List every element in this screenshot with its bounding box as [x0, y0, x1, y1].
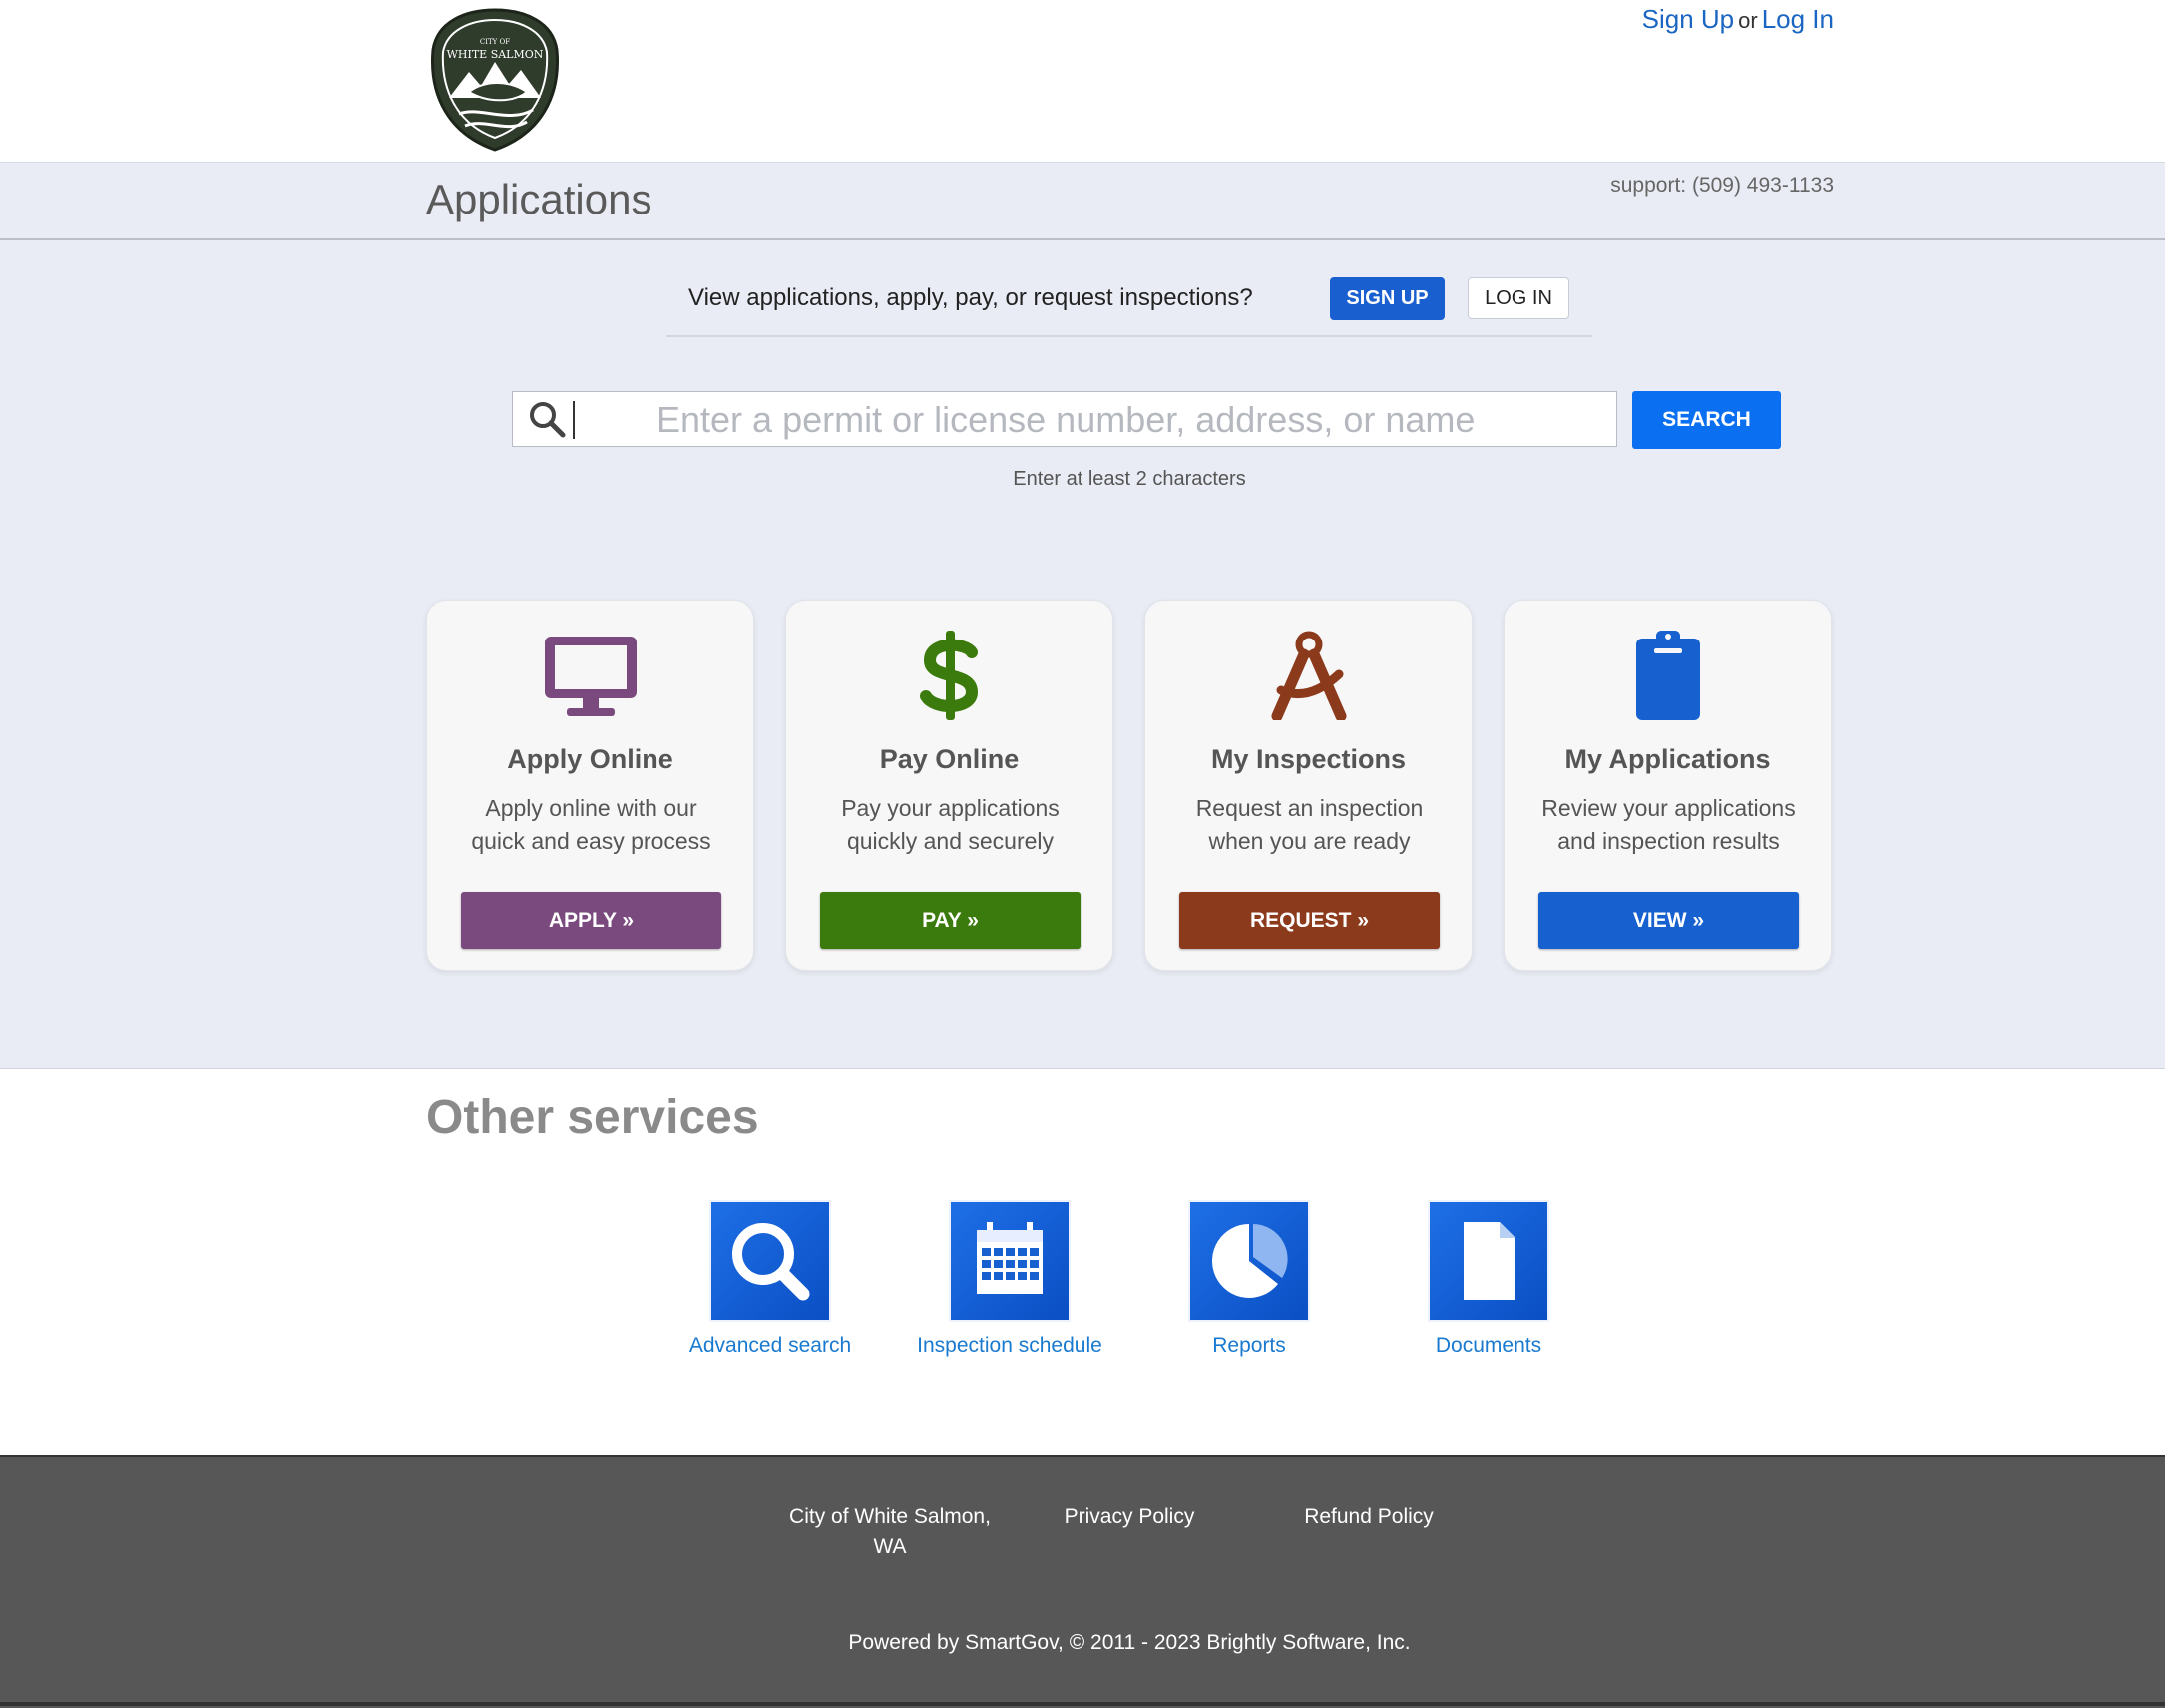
powered-by-text: Powered by SmartGov, © 2011 - 2023 Brigh… [848, 1631, 1411, 1654]
card-title: Apply Online [507, 744, 673, 774]
clipboard-icon [1636, 631, 1700, 720]
request-button[interactable]: REQUEST » [1179, 892, 1440, 949]
card-pay-online: Pay Online Pay your applications quickly … [785, 600, 1113, 971]
pay-button[interactable]: PAY » [820, 892, 1081, 949]
inspection-schedule-tile[interactable] [951, 1202, 1069, 1320]
refund-policy-link[interactable]: Refund Policy [1269, 1502, 1469, 1532]
city-logo[interactable]: CITY OF WHITE SALMON [429, 6, 561, 154]
card-description: Review your applications and inspection r… [1541, 795, 1796, 854]
service-label[interactable]: Documents [1369, 1334, 1608, 1358]
privacy-policy-link[interactable]: Privacy Policy [1030, 1502, 1229, 1532]
other-services-title: Other services [426, 1091, 759, 1144]
search-input[interactable] [654, 395, 1606, 445]
account-prompt-text: View applications, apply, pay, or reques… [688, 284, 1253, 311]
service-label[interactable]: Advanced search [650, 1334, 890, 1358]
search-hint: Enter at least 2 characters [1013, 468, 1246, 490]
card-title: Pay Online [879, 744, 1020, 774]
document-icon [1464, 1222, 1516, 1300]
log-in-link[interactable]: Log In [1762, 4, 1834, 34]
site-header [0, 0, 2165, 164]
site-footer: City of White Salmon, WA Privacy Policy R… [0, 1455, 2165, 1708]
view-button[interactable]: VIEW » [1538, 892, 1799, 949]
footer-bottom-border [0, 1702, 2165, 1706]
search-icon [732, 1223, 810, 1301]
card-description: Apply online with our quick and easy proc… [471, 795, 711, 854]
documents-tile[interactable] [1430, 1202, 1547, 1320]
footer-city-link[interactable]: City of White Salmon, WA [770, 1502, 1010, 1562]
text-caret [573, 401, 575, 439]
advanced-search-tile[interactable] [711, 1202, 829, 1320]
auth-links: Sign Up or Log In [1596, 4, 1834, 35]
card-title: My Inspections [1210, 744, 1407, 774]
sign-up-button[interactable]: SIGN UP [1330, 277, 1445, 320]
pie-chart-icon [1212, 1224, 1288, 1298]
compass-icon [1271, 631, 1347, 720]
card-title: My Applications [1564, 744, 1771, 774]
sign-up-link[interactable]: Sign Up [1642, 4, 1735, 34]
card-description: Pay your applications quickly and securel… [841, 795, 1060, 854]
dollar-icon [920, 631, 979, 720]
calendar-icon [977, 1222, 1043, 1294]
page-title: Applications [426, 176, 652, 222]
log-in-button[interactable]: LOG IN [1468, 277, 1569, 319]
search-button[interactable]: SEARCH [1632, 391, 1781, 449]
apply-button[interactable]: APPLY » [461, 892, 721, 949]
card-my-inspections: My Inspections Request an inspection when… [1144, 600, 1473, 971]
monitor-icon [545, 637, 637, 716]
support-phone: support: (509) 493-1133 [1610, 174, 1834, 197]
service-label[interactable]: Reports [1129, 1334, 1369, 1358]
svg-text:CITY OF: CITY OF [480, 38, 510, 46]
service-label[interactable]: Inspection schedule [890, 1334, 1129, 1358]
card-description: Request an inspection when you are ready [1195, 795, 1424, 854]
search-icon [530, 402, 566, 438]
title-bar [0, 163, 2165, 240]
or-text: or [1738, 8, 1758, 33]
card-my-applications: My Applications Review your applications… [1504, 600, 1832, 971]
reports-tile[interactable] [1190, 1202, 1308, 1320]
card-apply-online: Apply Online Apply online with our quick … [426, 600, 754, 971]
svg-text:WHITE SALMON: WHITE SALMON [447, 48, 544, 61]
